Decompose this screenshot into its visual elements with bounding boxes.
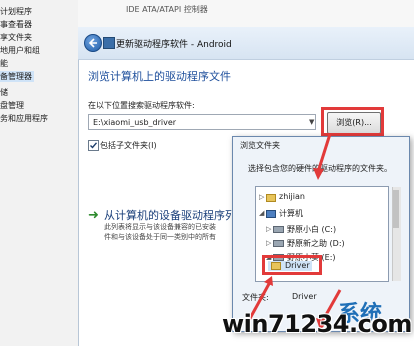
device-icon — [103, 37, 115, 49]
page-heading: 浏览计算机上的驱动程序文件 — [88, 70, 231, 83]
dialog-title: 浏览文件夹 — [240, 141, 280, 150]
window-title: 更新驱动程序软件 - Android — [116, 40, 232, 50]
expand-icon[interactable]: ▷ — [266, 225, 271, 233]
sidebar-item-task-scheduler[interactable]: 计划程序 — [0, 6, 32, 17]
expand-icon[interactable]: ▷ — [259, 193, 264, 201]
folder-icon — [266, 194, 276, 202]
sidebar-item-shared-folders[interactable]: 享文件夹 — [0, 32, 32, 43]
tree-item-drive-c[interactable]: 野原小白 (C:) — [287, 224, 336, 235]
driver-highlight-box — [262, 255, 322, 275]
folder-field-label: 文件夹: — [242, 293, 269, 302]
search-location-label: 在以下位置搜索驱动程序软件: — [88, 101, 195, 110]
pick-description: 此列表将显示与该设备兼容的已安装 件和与该设备处于同一类别中的所有 — [104, 222, 236, 242]
tree-item-computer[interactable]: 计算机 — [279, 208, 303, 219]
sidebar-item-disk-management[interactable]: 盘管理 — [0, 100, 24, 111]
watermark-text: win71234.com — [222, 310, 412, 338]
include-subfolders-label: 包括子文件夹(I) — [100, 141, 157, 150]
driver-path-input[interactable] — [88, 114, 316, 130]
sidebar-item-event-viewer[interactable]: 事查看器 — [0, 19, 32, 30]
folder-field-value[interactable]: Driver — [292, 292, 317, 301]
device-manager-sidebar: 计划程序 事查看器 享文件夹 地用户和组 能 备管理器 储 盘管理 务和应用程序 — [0, 0, 79, 346]
checkmark-icon — [90, 142, 98, 149]
back-arrow-icon — [88, 38, 97, 48]
browse-highlight-box — [321, 107, 384, 136]
drive-icon — [273, 226, 284, 233]
pick-from-list-link[interactable]: 从计算机的设备驱动程序列表 — [104, 207, 247, 223]
green-arrow-icon: ➜ — [88, 208, 99, 223]
scrollbar-thumb[interactable] — [393, 190, 399, 228]
sidebar-item-services[interactable]: 务和应用程序 — [0, 113, 48, 124]
collapse-icon[interactable]: ◢ — [259, 209, 264, 217]
sidebar-item-device-manager[interactable]: 备管理器 — [0, 71, 34, 82]
dialog-prompt: 选择包含您的硬件的驱动程序的文件夹。 — [248, 164, 392, 173]
computer-icon — [266, 210, 276, 218]
sidebar-item-performance[interactable]: 能 — [0, 58, 8, 69]
sidebar-item-storage[interactable]: 储 — [0, 87, 8, 98]
chevron-down-icon[interactable]: ▼ — [309, 118, 314, 126]
tree-item-zhijian[interactable]: zhijian — [279, 192, 305, 201]
drive-icon — [273, 240, 284, 247]
pick-description-line-1: 此列表将显示与该设备兼容的已安装 — [104, 223, 216, 231]
background-tree-item: IDE ATA/ATAPI 控制器 — [126, 5, 208, 14]
back-button[interactable] — [84, 34, 102, 52]
include-subfolders-checkbox[interactable] — [88, 140, 99, 151]
expand-icon[interactable]: ▷ — [266, 239, 271, 247]
pick-description-line-2: 件和与该设备处于同一类别中的所有 — [104, 233, 216, 241]
tree-item-drive-d[interactable]: 野原新之助 (D:) — [287, 238, 345, 249]
sidebar-item-local-users[interactable]: 地用户和组 — [0, 45, 40, 56]
